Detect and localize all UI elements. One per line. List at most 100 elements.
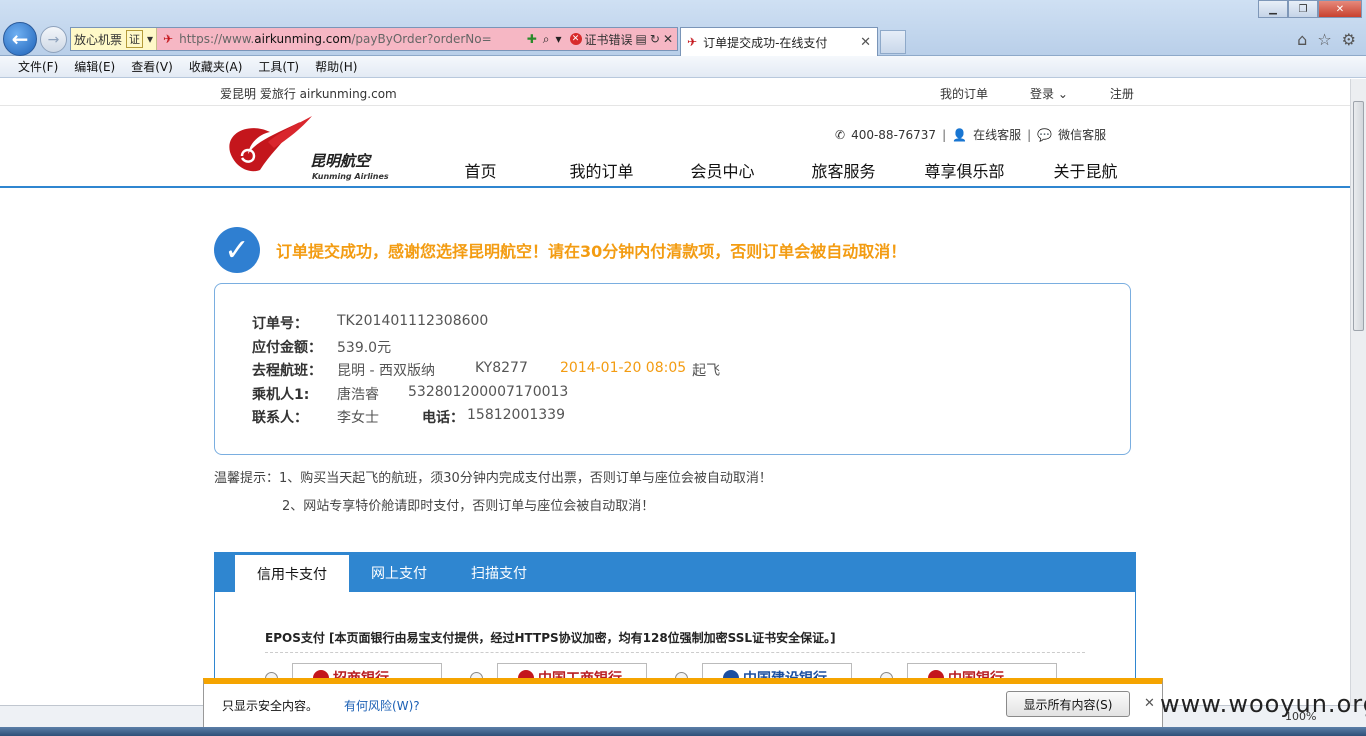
add-on-icon[interactable]: ✚ bbox=[527, 32, 537, 46]
tab-online-banking[interactable]: 网上支付 bbox=[349, 553, 449, 592]
close-icon[interactable]: ✕ bbox=[1144, 696, 1155, 711]
menu-help[interactable]: 帮助(H) bbox=[315, 58, 357, 75]
minimize-button[interactable]: ▁ bbox=[1258, 0, 1288, 18]
chevron-down-icon: ▾ bbox=[147, 32, 154, 46]
site-header: 昆明航空 Kunming Airlines ✆ 400-88-76737 | 👤… bbox=[0, 106, 1350, 188]
os-taskbar bbox=[0, 727, 1366, 736]
site-favicon-icon: ✈ bbox=[687, 35, 698, 49]
forward-button[interactable]: → bbox=[40, 26, 67, 53]
site-favicon-icon: ✈ bbox=[163, 32, 174, 46]
order-summary: 订单号： TK201401112308600 应付金额： 539.0元 去程航班… bbox=[214, 283, 1131, 455]
nav-club[interactable]: 尊享俱乐部 bbox=[904, 158, 1025, 182]
search-icon[interactable]: ⌕ bbox=[543, 32, 550, 47]
site-topbar: 爱昆明 爱旅行 airkunming.com 我的订单 登录 ⌄ 注册 bbox=[0, 79, 1350, 106]
tab-active[interactable]: ✈ 订单提交成功-在线支付 ✕ bbox=[680, 27, 878, 56]
main-nav: 首页 我的订单 会员中心 旅客服务 尊享俱乐部 关于昆航 bbox=[420, 158, 1146, 182]
bank-option[interactable]: 中国建设银行 bbox=[675, 663, 852, 679]
nav-member-center[interactable]: 会员中心 bbox=[662, 158, 783, 182]
url-text[interactable]: ✈ https://www. airkunming.com/payByOrder?… bbox=[157, 28, 523, 50]
flight-route: 昆明 - 西双版纳 bbox=[337, 363, 435, 379]
menu-bar: 文件(F) 编辑(E) 查看(V) 收藏夹(A) 工具(T) 帮助(H) bbox=[0, 56, 1366, 78]
close-tab-icon[interactable]: ✕ bbox=[860, 35, 871, 50]
tab-scan-pay[interactable]: 扫描支付 bbox=[449, 553, 549, 592]
contact-row: 联系人： 李女士 电话： 15812001339 bbox=[252, 407, 565, 426]
maximize-button[interactable]: ❐ bbox=[1288, 0, 1318, 18]
new-tab-button[interactable] bbox=[880, 30, 906, 54]
menu-edit[interactable]: 编辑(E) bbox=[74, 58, 115, 75]
wechat-service-link[interactable]: 微信客服 bbox=[1058, 126, 1106, 143]
bank-option[interactable]: 中国工商银行 bbox=[470, 663, 647, 679]
browser-titlebar: ← → 放心机票 证 ▾ ✈ https://www. airkunming.co… bbox=[0, 0, 1366, 56]
close-window-button[interactable]: ✕ bbox=[1318, 0, 1362, 18]
amount-due: 539.0元 bbox=[337, 340, 392, 356]
nav-home[interactable]: 首页 bbox=[420, 158, 541, 182]
toolbar-icons: ⌂ ☆ ⚙ bbox=[1297, 30, 1356, 49]
tab-title: 订单提交成功-在线支付 bbox=[703, 35, 828, 50]
my-orders-link[interactable]: 我的订单 bbox=[940, 85, 988, 102]
site-slogan: 爱昆明 爱旅行 airkunming.com bbox=[220, 87, 397, 101]
cert-badge: 证 bbox=[126, 30, 144, 48]
register-link[interactable]: 注册 bbox=[1110, 85, 1134, 102]
address-icons: ✚ ⌕ ▾ bbox=[522, 28, 566, 50]
phoenix-logo-icon bbox=[229, 116, 312, 172]
checkmark-icon: ✓ bbox=[214, 227, 260, 273]
compat-view-icon[interactable]: ▤ bbox=[636, 32, 647, 46]
security-info-bar: 只显示安全内容。 有何风险(W)? 显示所有内容(S) ✕ bbox=[203, 678, 1163, 728]
arrow-left-icon: ← bbox=[11, 27, 29, 51]
epos-notice: EPOS支付 [本页面银行由易宝支付提供，经过HTTPS协议加密，均有128位强… bbox=[265, 631, 836, 645]
passenger-name: 唐浩睿 bbox=[337, 387, 379, 403]
bank-logo-cmb[interactable]: 招商银行 bbox=[292, 663, 442, 679]
page-scrollbar[interactable] bbox=[1350, 79, 1366, 705]
favorites-star-icon[interactable]: ☆ bbox=[1317, 30, 1331, 49]
gear-icon[interactable]: ⚙ bbox=[1342, 30, 1356, 49]
kunming-airlines-logo[interactable]: 昆明航空 Kunming Airlines bbox=[220, 112, 390, 182]
login-link[interactable]: 登录 ⌄ bbox=[1030, 85, 1068, 102]
stop-icon[interactable]: ✕ bbox=[663, 32, 673, 46]
top-links: 我的订单 登录 ⌄ 注册 bbox=[940, 85, 1134, 102]
address-bar[interactable]: 放心机票 证 ▾ ✈ https://www. airkunming.com/pa… bbox=[70, 27, 678, 51]
menu-favorites[interactable]: 收藏夹(A) bbox=[189, 58, 243, 75]
flight-number: KY8277 bbox=[475, 360, 528, 376]
contact-phone: 15812001339 bbox=[467, 407, 565, 423]
nav-passenger-service[interactable]: 旅客服务 bbox=[783, 158, 904, 182]
bank-logo-ccb[interactable]: 中国建设银行 bbox=[702, 663, 852, 679]
infobar-message: 只显示安全内容。 bbox=[222, 699, 319, 713]
menu-file[interactable]: 文件(F) bbox=[18, 58, 58, 75]
refresh-icon[interactable]: ↻ bbox=[650, 32, 660, 46]
bank-option[interactable]: 中国银行 bbox=[880, 663, 1057, 679]
cert-error-indicator[interactable]: ✕ 证书错误 ▤ ↻ ✕ bbox=[565, 28, 677, 50]
order-number-row: 订单号： TK201401112308600 bbox=[252, 313, 489, 332]
payment-panel: 信用卡支付 网上支付 扫描支付 EPOS支付 [本页面银行由易宝支付提供，经过H… bbox=[214, 552, 1136, 679]
nav-my-orders[interactable]: 我的订单 bbox=[541, 158, 662, 182]
back-button[interactable]: ← bbox=[3, 22, 37, 56]
tab-credit-card[interactable]: 信用卡支付 bbox=[235, 555, 349, 592]
tip-line-1: 温馨提示：1、购买当天起飞的航班，须30分钟内完成支付出票，否则订单与座位会被自… bbox=[214, 471, 772, 486]
contact-info: ✆ 400-88-76737 | 👤 在线客服 | 💬 微信客服 bbox=[835, 126, 1107, 143]
bank-logo-boc[interactable]: 中国银行 bbox=[907, 663, 1057, 679]
departure-time: 2014-01-20 08:05 bbox=[560, 360, 687, 376]
menu-view[interactable]: 查看(V) bbox=[131, 58, 173, 75]
bank-options: 招商银行 中国工商银行 中国建设银行 中国银行 bbox=[265, 663, 1057, 679]
watermark: www.wooyun.org bbox=[1160, 690, 1366, 718]
error-icon: ✕ bbox=[569, 33, 582, 45]
menu-tools[interactable]: 工具(T) bbox=[258, 58, 299, 75]
show-all-content-button[interactable]: 显示所有内容(S) bbox=[1006, 691, 1130, 717]
address-tag-label: 放心机票 bbox=[74, 32, 123, 47]
bank-option[interactable]: 招商银行 bbox=[265, 663, 442, 679]
tips: 温馨提示：1、购买当天起飞的航班，须30分钟内完成支付出票，否则订单与座位会被自… bbox=[214, 465, 772, 521]
phone-icon: ✆ bbox=[835, 127, 846, 142]
tip-line-2: 2、网站专享特价舱请即时支付，否则订单与座位会被自动取消！ bbox=[282, 499, 655, 514]
bank-logo-icbc[interactable]: 中国工商银行 bbox=[497, 663, 647, 679]
order-number: TK201401112308600 bbox=[337, 313, 489, 329]
flight-row: 去程航班： 昆明 - 西双版纳 KY8277 2014-01-20 08:05 … bbox=[252, 360, 721, 379]
risk-link[interactable]: 有何风险(W)? bbox=[344, 697, 420, 714]
home-icon[interactable]: ⌂ bbox=[1297, 30, 1307, 49]
online-service-link[interactable]: 在线客服 bbox=[973, 126, 1021, 143]
success-message: 订单提交成功，感谢您选择昆明航空！请在30分钟内付清款项，否则订单会被自动取消！ bbox=[276, 242, 907, 261]
chevron-down-icon[interactable]: ▾ bbox=[555, 32, 561, 46]
scrollbar-thumb[interactable] bbox=[1353, 101, 1364, 331]
address-tag[interactable]: 放心机票 证 ▾ bbox=[71, 28, 158, 50]
nav-about[interactable]: 关于昆航 bbox=[1025, 158, 1146, 182]
passenger-id: 532801200007170013 bbox=[408, 384, 569, 400]
success-banner: ✓ 订单提交成功，感谢您选择昆明航空！请在30分钟内付清款项，否则订单会被自动取… bbox=[214, 227, 906, 273]
